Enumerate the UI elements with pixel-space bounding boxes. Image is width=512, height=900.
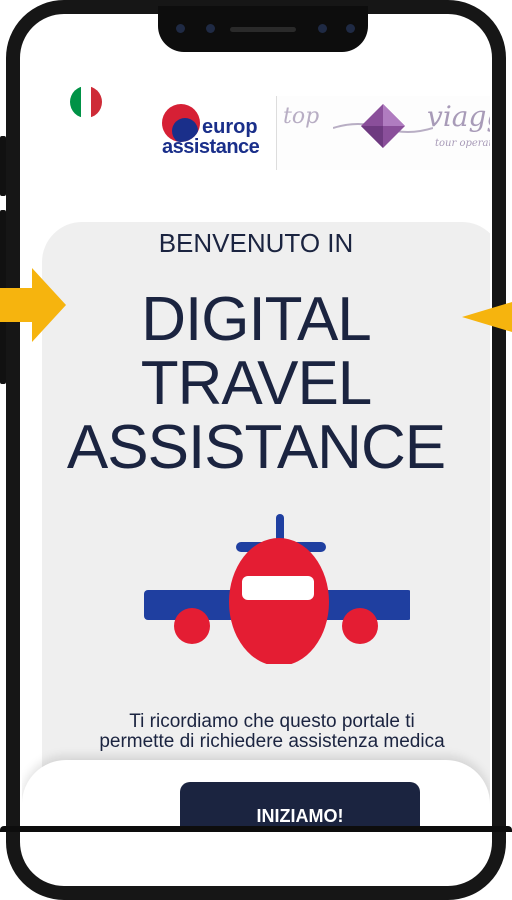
camera-dot [206,24,215,33]
logo-word-top: top [283,104,320,129]
title-line: TRAVEL [140,349,373,418]
phone-bottom-edge [0,826,512,832]
speaker-grille [230,27,296,32]
sensor-dot [176,24,185,33]
logo-subtitle: tour operator [435,138,490,149]
flag-green-stripe [70,86,81,118]
flag-white-stripe [80,86,92,118]
welcome-label: BENVENUTO IN [158,228,354,258]
page-title: DIGITAL TRAVEL ASSISTANCE [22,288,490,480]
logo-word-assistance: assistance [162,136,260,158]
phone-screen: europ assistance top viaggi tour operato… [22,52,490,832]
title-line: ASSISTANCE [66,413,446,482]
language-flag-icon[interactable] [70,86,102,118]
arrow-right-icon [0,268,66,342]
arrow-left-icon [462,302,512,332]
phone-notch [158,6,368,52]
phone-side-button [0,136,6,196]
diamond-logo-icon [333,104,433,148]
logo-word-viaggi: viaggi [427,100,490,133]
start-button[interactable]: INIZIAMO! [180,782,420,832]
notice-line: permette di richiedere assistenza medica [99,731,445,752]
title-line: DIGITAL [141,285,372,354]
notice-line: Ti ricordiamo che questo portale ti [129,711,415,732]
sensor-dot [318,24,327,33]
airplane-icon [144,514,410,664]
sensor-dot [346,24,355,33]
info-notice: Ti ricordiamo che questo portale ti perm… [62,712,482,752]
flag-red-stripe [91,86,102,118]
top-viaggi-logo: top viaggi tour operator [276,96,490,170]
